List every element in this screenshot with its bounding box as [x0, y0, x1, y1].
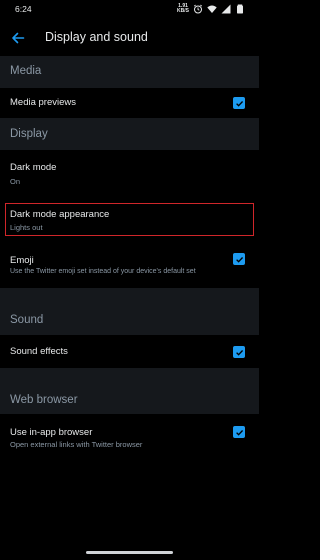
in-app-browser-checkbox[interactable] [233, 426, 245, 438]
status-time: 6:24 [15, 4, 32, 14]
media-previews-label: Media previews [10, 97, 76, 108]
section-header-web-browser: Web browser [0, 368, 259, 414]
section-header-media: Media [0, 56, 259, 88]
page-title: Display and sound [45, 30, 148, 44]
media-previews-checkbox[interactable] [233, 97, 245, 109]
section-title-display: Display [10, 128, 48, 140]
setting-dark-mode[interactable]: Dark mode On [0, 150, 259, 203]
section-title-sound: Sound [10, 314, 44, 326]
section-title-media: Media [10, 65, 42, 77]
dark-mode-value: On [10, 177, 21, 186]
dark-mode-label: Dark mode [10, 162, 57, 173]
network-speed: 1.91 KB/S [177, 4, 189, 14]
checkmark-icon [235, 256, 243, 263]
status-icons: 1.91 KB/S [177, 3, 245, 15]
back-arrow-icon [12, 32, 25, 44]
network-speed-unit: KB/S [177, 8, 189, 14]
highlight-box [5, 203, 254, 236]
status-bar: 6:24 1.91 KB/S [0, 0, 259, 20]
setting-in-app-browser[interactable]: Use in-app browser Open external links w… [0, 414, 259, 462]
alarm-icon [193, 4, 203, 14]
section-title-web-browser: Web browser [10, 394, 78, 406]
signal-icon [221, 4, 231, 14]
home-indicator[interactable] [86, 551, 173, 554]
checkmark-icon [235, 429, 243, 436]
setting-media-previews[interactable]: Media previews [0, 88, 259, 118]
section-header-display: Display [0, 118, 259, 150]
setting-sound-effects[interactable]: Sound effects [0, 335, 259, 368]
battery-icon [237, 4, 243, 14]
checkmark-icon [235, 100, 243, 107]
emoji-description: Use the Twitter emoji set instead of you… [10, 268, 196, 275]
setting-emoji[interactable]: Emoji Use the Twitter emoji set instead … [0, 236, 259, 288]
checkmark-icon [235, 349, 243, 356]
emoji-checkbox[interactable] [233, 253, 245, 265]
in-app-browser-label: Use in-app browser [10, 427, 93, 438]
section-header-sound: Sound [0, 288, 259, 335]
sound-effects-checkbox[interactable] [233, 346, 245, 358]
in-app-browser-description: Open external links with Twitter browser [10, 440, 143, 449]
wifi-icon [207, 5, 217, 13]
back-button[interactable] [7, 27, 29, 49]
app-bar: Display and sound [0, 20, 259, 56]
sound-effects-label: Sound effects [10, 346, 68, 357]
emoji-label: Emoji [10, 255, 34, 266]
